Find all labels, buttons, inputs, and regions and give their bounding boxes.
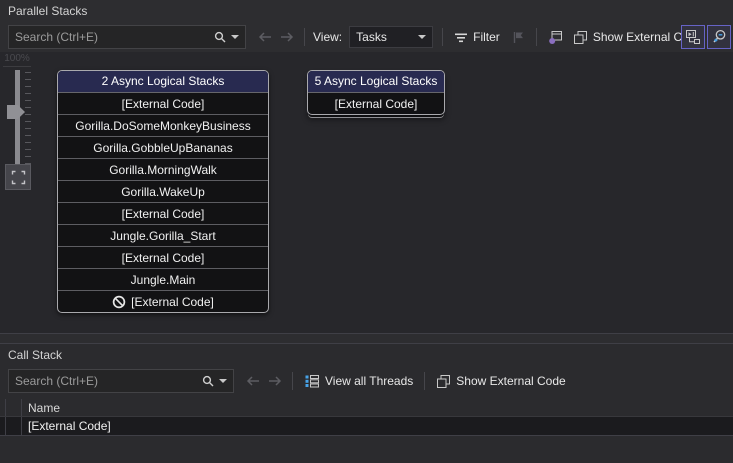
breakpoint-gutter — [5, 417, 22, 435]
search-box — [8, 369, 234, 393]
show-external-code-icon — [573, 30, 588, 45]
stack-frame[interactable]: [External Code] — [58, 247, 268, 269]
call-stack-toolbar: View all Threads Show External Code — [0, 366, 733, 396]
autoscroll-icon — [685, 29, 701, 45]
parallel-stacks-canvas: 100% 2 Async Logical Stacks [External Co… — [0, 52, 733, 333]
column-header-name[interactable]: Name — [22, 401, 60, 415]
stack-frame-label: [External Code] — [122, 207, 205, 221]
stack-frame[interactable]: Gorilla.MorningWalk — [58, 159, 268, 181]
search-input[interactable] — [9, 30, 214, 44]
toggle-zoom-control-button[interactable] — [707, 25, 731, 49]
stack-box-header[interactable]: 5 Async Logical Stacks — [308, 71, 444, 93]
stack-frame-label: [External Code] — [122, 97, 205, 111]
stack-frame[interactable]: Jungle.Gorilla_Start — [58, 225, 268, 247]
call-stack-row-name: [External Code] — [22, 419, 111, 433]
search-icon[interactable] — [202, 375, 214, 387]
stack-frame-label: Gorilla.DoSomeMonkeyBusiness — [75, 119, 250, 133]
search-options-caret-icon[interactable] — [219, 379, 227, 383]
flag-icon — [512, 31, 525, 44]
stack-frame-label: Jungle.Main — [131, 273, 196, 287]
filter-label: Filter — [473, 30, 500, 44]
call-stack-table-header: Name — [0, 399, 733, 417]
view-all-threads-label: View all Threads — [325, 374, 413, 388]
zoom-slider-ticks — [25, 72, 31, 164]
search-icon[interactable] — [214, 31, 226, 43]
zoom-level-label: 100% — [3, 53, 31, 67]
stack-box-header[interactable]: 2 Async Logical Stacks — [58, 71, 268, 93]
stack-frame-label: [External Code] — [335, 97, 418, 111]
show-method-view-button[interactable] — [543, 25, 568, 49]
toolbar-separator — [424, 372, 425, 390]
stack-box-5-async: 5 Async Logical Stacks [External Code] — [307, 70, 445, 115]
toolbar-separator — [536, 28, 537, 46]
parallel-stacks-panel: Parallel Stacks — [0, 0, 733, 334]
filter-icon — [454, 31, 468, 44]
stack-frame[interactable]: Gorilla.DoSomeMonkeyBusiness — [58, 115, 268, 137]
stack-frame[interactable]: Jungle.Main — [58, 269, 268, 291]
stack-frames: [External Code] — [308, 93, 444, 114]
show-external-code-label: Show External Code — [456, 374, 565, 388]
dropdown-caret-icon — [418, 35, 426, 39]
arrow-left-icon — [257, 31, 273, 43]
panel-splitter[interactable] — [0, 334, 733, 343]
view-dropdown-value: Tasks — [356, 30, 387, 44]
stack-frames: [External Code] Gorilla.DoSomeMonkeyBusin… — [58, 93, 268, 312]
call-stack-title: Call Stack — [0, 344, 733, 366]
arrow-left-icon — [245, 375, 261, 387]
stack-frame-label: Jungle.Gorilla_Start — [110, 229, 215, 243]
search-box — [8, 25, 246, 49]
zoom-to-fit-icon — [11, 170, 26, 185]
debugger-window: Parallel Stacks — [0, 0, 733, 463]
arrow-right-icon — [267, 375, 283, 387]
stack-frame[interactable]: [External Code] — [308, 93, 444, 114]
stack-frame[interactable]: [External Code] — [58, 291, 268, 312]
zoom-control-icon — [711, 29, 727, 45]
stack-frame[interactable]: Gorilla.GobbleUpBananas — [58, 137, 268, 159]
navigate-back-button[interactable] — [254, 25, 276, 49]
call-stack-panel: Call Stack — [0, 343, 733, 463]
navigate-back-button[interactable] — [242, 369, 264, 393]
stack-frame[interactable]: [External Code] — [58, 203, 268, 225]
toolbar-separator — [442, 28, 443, 46]
toolbar-separator — [292, 372, 293, 390]
autoscroll-to-current-frame-button[interactable] — [681, 25, 705, 49]
stack-frame[interactable]: Gorilla.WakeUp — [58, 181, 268, 203]
stack-frame-label: Gorilla.MorningWalk — [109, 163, 217, 177]
stack-frame-label: Gorilla.WakeUp — [121, 185, 205, 199]
method-view-icon — [548, 30, 563, 45]
view-label: View: — [313, 30, 342, 44]
stack-frame-label: Gorilla.GobbleUpBananas — [93, 141, 232, 155]
stack-frame-label: [External Code] — [131, 295, 214, 309]
arrow-right-icon — [279, 31, 295, 43]
show-only-flagged-button[interactable] — [507, 25, 530, 49]
navigate-forward-button[interactable] — [276, 25, 298, 49]
zoom-to-fit-button[interactable] — [5, 164, 31, 190]
search-options-caret-icon[interactable] — [231, 35, 239, 39]
stack-box-2-async: 2 Async Logical Stacks [External Code] Go… — [57, 70, 269, 313]
toolbar-separator — [304, 28, 305, 46]
no-entry-icon — [112, 295, 126, 309]
view-dropdown[interactable]: Tasks — [349, 26, 433, 48]
view-all-threads-icon — [304, 374, 320, 388]
parallel-stacks-title: Parallel Stacks — [0, 0, 733, 22]
show-external-code-icon — [436, 374, 451, 389]
show-external-code-button[interactable]: Show External Code — [431, 369, 570, 393]
call-stack-row[interactable]: [External Code] — [0, 417, 733, 436]
zoom-slider-thumb[interactable] — [7, 105, 25, 119]
filter-button[interactable]: Filter — [449, 25, 505, 49]
toolbar-right-group — [679, 25, 731, 49]
stack-frame[interactable]: [External Code] — [58, 93, 268, 115]
breakpoint-gutter — [5, 399, 22, 416]
parallel-stacks-toolbar: View: Tasks Filter — [0, 22, 733, 52]
call-stack-search-input[interactable] — [9, 374, 202, 388]
view-all-threads-button[interactable]: View all Threads — [299, 369, 418, 393]
stack-frame-label: [External Code] — [122, 251, 205, 265]
navigate-forward-button[interactable] — [264, 369, 286, 393]
